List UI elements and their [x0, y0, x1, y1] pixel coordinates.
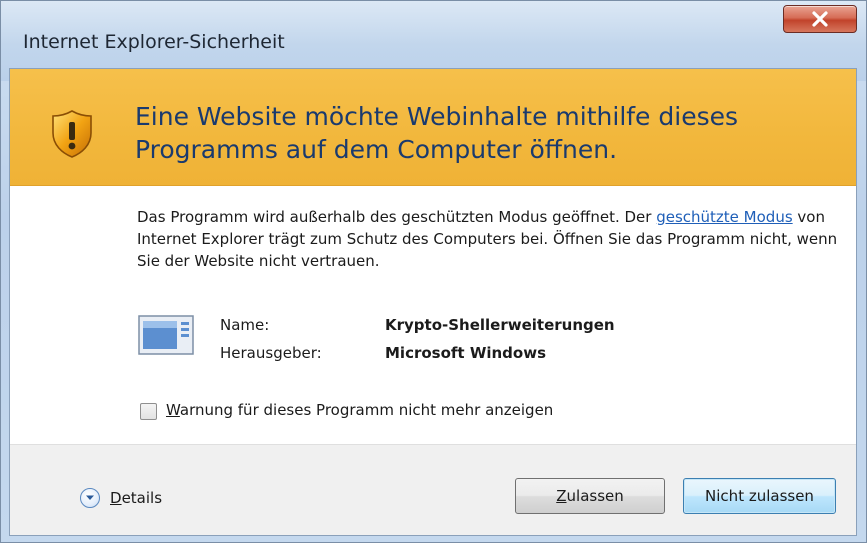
details-mnemonic: D: [110, 489, 122, 507]
dont-show-warning-checkbox[interactable]: [140, 403, 157, 420]
warning-banner: Eine Website möchte Webinhalte mithilfe …: [10, 69, 856, 186]
description-part1: Das Programm wird außerhalb des geschütz…: [137, 208, 657, 226]
close-icon: [812, 11, 828, 27]
publisher-label: Herausgeber:: [220, 344, 322, 362]
dialog-window: Internet Explorer-Sicherheit Eine Websit…: [0, 0, 867, 543]
name-value: Krypto-Shellerweiterungen: [385, 316, 615, 334]
dont-show-warning-label[interactable]: Warnung für dieses Programm nicht mehr a…: [166, 401, 553, 419]
details-label: Details: [110, 489, 162, 507]
deny-button[interactable]: Nicht zulassen: [683, 478, 836, 514]
close-button[interactable]: [783, 5, 857, 33]
banner-heading-line1: Eine Website möchte Webinhalte mithilfe …: [135, 102, 739, 131]
dialog-footer: Details Zulassen Nicht zulassen: [10, 444, 856, 535]
dialog-client-area: Eine Website möchte Webinhalte mithilfe …: [9, 68, 857, 536]
publisher-value: Microsoft Windows: [385, 344, 547, 362]
details-toggle[interactable]: Details: [80, 487, 162, 509]
checkbox-label-rest: arnung für dieses Programm nicht mehr an…: [179, 401, 554, 419]
program-window-icon: [138, 315, 194, 355]
description-text: Das Programm wird außerhalb des geschütz…: [137, 206, 847, 272]
chevron-down-circle-icon: [80, 488, 100, 508]
protected-mode-link[interactable]: geschützte Modus: [656, 208, 792, 226]
banner-heading-line2: Programms auf dem Computer öffnen.: [135, 135, 618, 164]
window-title: Internet Explorer-Sicherheit: [23, 31, 285, 53]
name-label: Name:: [220, 316, 270, 334]
details-label-rest: etails: [121, 489, 163, 507]
banner-heading: Eine Website möchte Webinhalte mithilfe …: [135, 100, 835, 166]
shield-warning-icon: [52, 110, 92, 158]
allow-mnemonic: Z: [556, 487, 567, 505]
allow-button[interactable]: Zulassen: [515, 478, 665, 514]
checkbox-mnemonic: W: [166, 401, 180, 419]
allow-label-rest: ulassen: [566, 487, 624, 505]
